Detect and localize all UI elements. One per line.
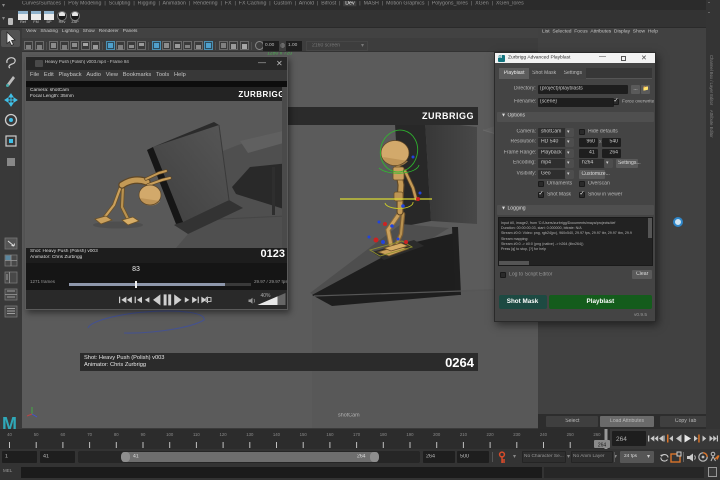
svg-text:264: 264 [598, 443, 607, 449]
svg-text:180: 180 [380, 432, 388, 437]
svg-text:120: 120 [220, 432, 228, 437]
svg-text:200: 200 [433, 432, 441, 437]
svg-text:220: 220 [487, 432, 495, 437]
svg-text:110: 110 [193, 432, 200, 437]
svg-text:70: 70 [87, 432, 92, 437]
svg-text:60: 60 [61, 432, 66, 437]
svg-text:40%: 40% [261, 293, 272, 299]
svg-text:210: 210 [460, 432, 468, 437]
svg-text:170: 170 [353, 432, 361, 437]
svg-text:230: 230 [513, 432, 521, 437]
svg-text:260: 260 [593, 432, 601, 437]
svg-text:40: 40 [7, 432, 12, 437]
svg-text:130: 130 [246, 432, 254, 437]
svg-text:90: 90 [141, 432, 146, 437]
svg-text:80: 80 [114, 432, 119, 437]
svg-text:50: 50 [34, 432, 39, 437]
svg-text:250: 250 [567, 432, 575, 437]
svg-text:140: 140 [273, 432, 281, 437]
svg-text:150: 150 [300, 432, 308, 437]
svg-text:100: 100 [166, 432, 174, 437]
svg-text:190: 190 [406, 432, 414, 437]
svg-text:160: 160 [326, 432, 334, 437]
svg-text:240: 240 [540, 432, 548, 437]
